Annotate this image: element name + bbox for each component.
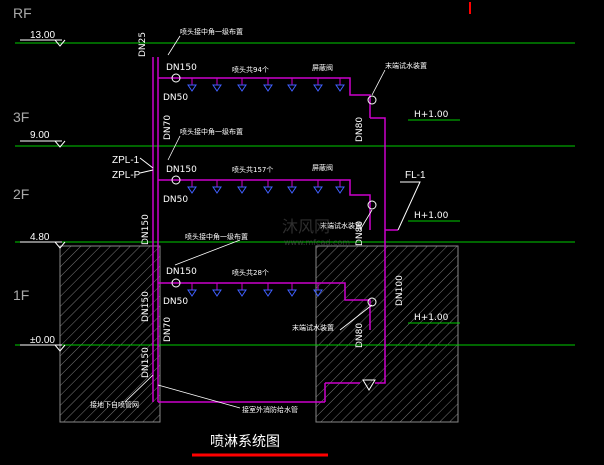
note-valve-2f: 喷头接中角一级布置 <box>185 232 248 241</box>
watermark-logo: 沐风网 <box>282 217 330 236</box>
sprinkler-head-icon <box>237 186 247 194</box>
head-count-3f: 喷头共157个 <box>232 165 273 174</box>
pipe-size-dn50-3f: DN50 <box>163 93 188 103</box>
sprinkler-system-diagram: RF 3F 2F 1F 13.00 9.00 4.80 ±0.00 ZPL-1 <box>13 2 575 457</box>
sprinkler-head-icon <box>212 84 222 92</box>
sprinkler-head-icon <box>287 289 297 297</box>
sprinkler-head-icon <box>313 186 323 194</box>
sprinkler-head-icon <box>335 84 345 92</box>
note-valve-rf: 喷头接中角一级布置 <box>180 27 243 36</box>
foundation-block-left <box>59 245 161 423</box>
pipe-size-dn70-lower: DN70 <box>163 317 173 342</box>
pipe-size-dn100: DN100 <box>395 275 405 306</box>
pipe-size-dn80-1f: DN80 <box>355 323 365 348</box>
watermark-url: www.mfcad.com <box>284 238 350 247</box>
note-bottom-mid: 接室外消防给水管 <box>242 405 298 414</box>
riser-label-zpl1: ZPL-1 <box>112 155 140 166</box>
pipe-size-dn150-bottom: DN150 <box>141 347 151 378</box>
sprinkler-head-icon <box>212 186 222 194</box>
pipe-size-dn150-lower: DN150 <box>141 291 151 322</box>
pipe-size-dn150-riser: DN150 <box>141 214 151 245</box>
sprinkler-head-icon <box>237 84 247 92</box>
head-count-2f: 喷头共28个 <box>232 268 269 277</box>
elevation-3f: 9.00 <box>30 130 50 141</box>
sprinkler-head-icon <box>287 84 297 92</box>
elevation-1f: ±0.00 <box>30 335 55 346</box>
elevation-2f: 4.80 <box>30 232 50 243</box>
pipe-size-dn50-2f: DN50 <box>163 195 188 205</box>
diagram-title: 喷淋系统图 <box>210 434 280 450</box>
sprinkler-head-icon <box>313 84 323 92</box>
sprinkler-head-icon <box>263 186 273 194</box>
sprinkler-head-icon <box>237 289 247 297</box>
elevation-rf: 13.00 <box>30 30 55 41</box>
sprinkler-head-icon <box>187 289 197 297</box>
pipe-size-dn150-2f: DN150 <box>166 165 197 175</box>
pipe-size-dn150-3f: DN150 <box>166 63 197 73</box>
foundation-block-right <box>315 245 459 423</box>
pipe-size-dn25: DN25 <box>138 32 148 57</box>
note-damper-3f: 屏蔽阀 <box>312 163 333 172</box>
sprinkler-head-icon <box>263 84 273 92</box>
sprinkler-head-icon <box>335 186 345 194</box>
floor-label-rf: RF <box>13 5 32 21</box>
head-count-rf: 喷头共94个 <box>232 65 269 74</box>
sprinkler-head-icon <box>187 186 197 194</box>
pipe-size-dn50-1f: DN50 <box>163 297 188 307</box>
pipe-size-dn70-a: DN70 <box>163 115 173 140</box>
floor-label-3f: 3F <box>13 109 29 125</box>
sprinkler-head-icon <box>212 289 222 297</box>
note-end-2f: 末端试水装置 <box>292 323 334 332</box>
pipe-size-dn80-3f: DN80 <box>355 117 365 142</box>
sprinkler-head-icon <box>263 289 273 297</box>
note-bottom-left: 接地下自喷管网 <box>90 400 139 409</box>
note-damper-rf: 屏蔽阀 <box>312 63 333 72</box>
level-mark-3f: H+1.00 <box>414 211 449 221</box>
floor-label-2f: 2F <box>13 186 29 202</box>
pipe-size-dn150-1f: DN150 <box>166 267 197 277</box>
note-valve-3f: 喷头接中角一级布置 <box>180 127 243 136</box>
level-mark-rf: H+1.00 <box>414 110 449 120</box>
sprinkler-head-icon <box>187 84 197 92</box>
riser-label-zplp: ZPL-P <box>112 170 141 181</box>
level-mark-2f: H+1.00 <box>414 313 449 323</box>
fl-label: FL-1 <box>405 170 426 181</box>
floor-label-1f: 1F <box>13 287 29 303</box>
sprinkler-head-icon <box>287 186 297 194</box>
note-end-rf: 末端试水装置 <box>385 61 427 70</box>
